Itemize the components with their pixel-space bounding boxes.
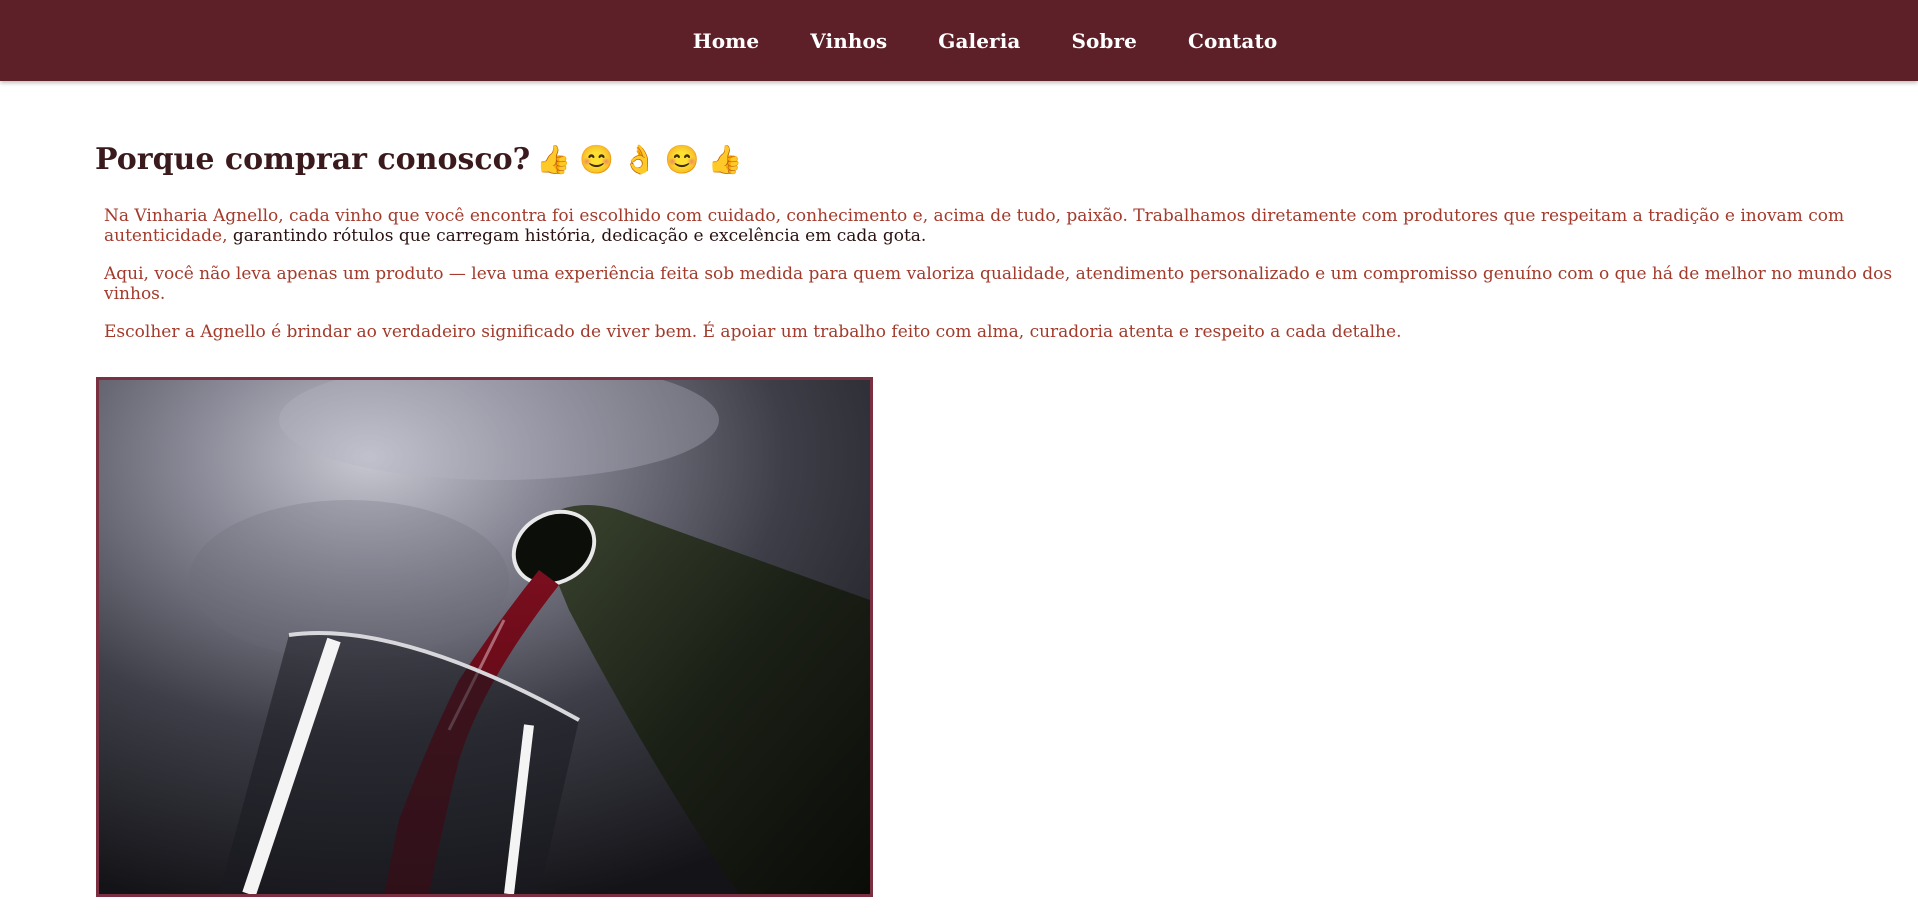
thumbs-up-emoji-icon: 👍 [707, 142, 743, 176]
nav-link-contato[interactable]: Contato [1188, 29, 1277, 53]
page-title: Porque comprar conosco? 👍 😊 👌 😊 👍 [95, 142, 743, 177]
paragraph-1-dark: garantindo rótulos que carregam história… [227, 226, 927, 246]
paragraph-2: Aqui, você não leva apenas um produto — … [104, 264, 1893, 304]
nav-menu: Home Vinhos Galeria Sobre Contato [0, 0, 1918, 81]
wine-pouring-illustration [99, 380, 870, 894]
nav-link-home[interactable]: Home [693, 29, 760, 53]
thumbs-up-emoji-icon: 👍 [536, 142, 572, 176]
nav-link-galeria[interactable]: Galeria [938, 29, 1020, 53]
smiling-face-emoji-icon: 😊 [664, 142, 700, 176]
wine-pouring-image [96, 377, 873, 897]
navbar: Home Vinhos Galeria Sobre Contato [0, 0, 1918, 81]
nav-link-sobre[interactable]: Sobre [1071, 29, 1137, 53]
about-text: Na Vinharia Agnello, cada vinho que você… [104, 206, 1894, 360]
page-title-text: Porque comprar conosco? [95, 142, 531, 177]
nav-link-vinhos[interactable]: Vinhos [810, 29, 887, 53]
smiling-face-emoji-icon: 😊 [579, 142, 614, 176]
paragraph-1: Na Vinharia Agnello, cada vinho que você… [104, 206, 1894, 246]
ok-hand-emoji-icon: 👌 [621, 142, 657, 176]
title-emoji-row: 👍 😊 👌 😊 👍 [536, 142, 743, 176]
paragraph-3: Escolher a Agnello é brindar ao verdadei… [104, 322, 1402, 342]
